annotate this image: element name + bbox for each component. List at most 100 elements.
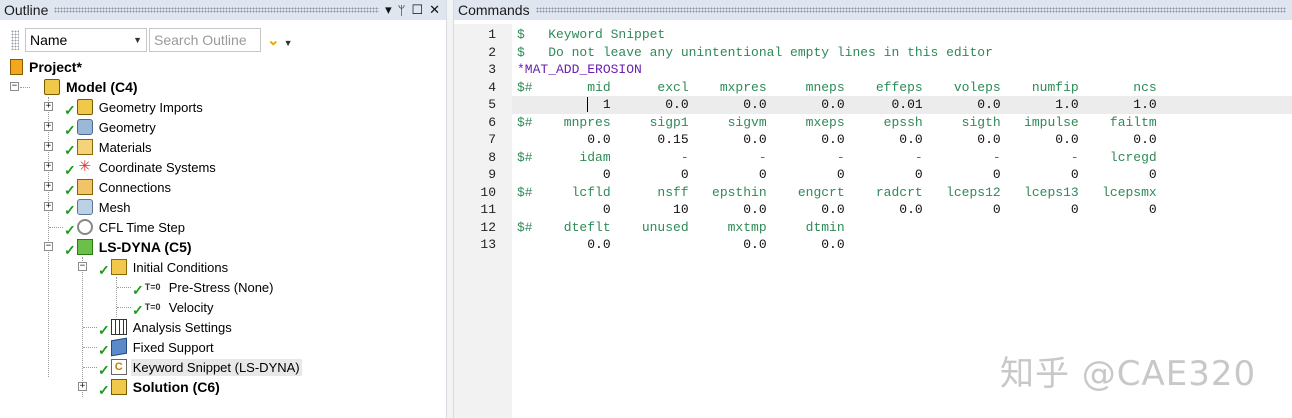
tree-item-pre-stress[interactable]: ✓ T=0 Pre-Stress (None) bbox=[132, 277, 275, 298]
line-text: $# idam - - - - - - lcregd bbox=[517, 149, 1157, 165]
title-grip bbox=[54, 7, 380, 13]
line-text: 0 0 0 0 0 0 0 0 bbox=[517, 167, 1157, 182]
tree-item-geometry[interactable]: ✓ Geometry bbox=[64, 117, 158, 138]
editor-line[interactable]: 8 $# idam - - - - - - lcregd bbox=[454, 149, 1292, 167]
materials-icon bbox=[76, 139, 93, 155]
tree-item-solution[interactable]: ✓ Solution (C6) bbox=[98, 377, 222, 398]
tree-item-keyword-snippet[interactable]: ✓ C Keyword Snippet (LS-DYNA) bbox=[98, 357, 302, 378]
line-number: 3 bbox=[488, 62, 496, 77]
search-outline[interactable] bbox=[149, 28, 261, 52]
expand-icon[interactable]: + bbox=[44, 162, 53, 171]
tree-item-initial-conditions[interactable]: ✓ Initial Conditions bbox=[98, 257, 230, 278]
search-input[interactable] bbox=[154, 32, 256, 48]
check-icon: ✓ bbox=[98, 321, 110, 338]
line-number: 12 bbox=[480, 219, 496, 235]
tree-item-connections[interactable]: ✓ Connections bbox=[64, 177, 173, 198]
editor-line[interactable]: 2 $ Do not leave any unintentional empty … bbox=[454, 44, 1292, 62]
editor-line[interactable]: 11 0 10 0.0 0.0 0.0 0 0 0 bbox=[454, 201, 1292, 219]
model-icon bbox=[44, 79, 60, 95]
tree-item-fixed-support[interactable]: ✓ Fixed Support bbox=[98, 337, 216, 358]
tree-item-materials[interactable]: ✓ Materials bbox=[64, 137, 153, 158]
tree-item-label: Project* bbox=[29, 59, 82, 75]
name-select[interactable]: Name ▼ bbox=[25, 28, 147, 52]
expand-icon[interactable]: + bbox=[44, 142, 53, 151]
line-text: *MAT_ADD_EROSION bbox=[517, 62, 642, 77]
tree-item-label: Connections bbox=[98, 179, 172, 195]
editor-line[interactable]: 6 $# mnpres sigp1 sigvm mxeps epssh sigth… bbox=[454, 114, 1292, 132]
line-text: $# mnpres sigp1 sigvm mxeps epssh sigth … bbox=[517, 114, 1157, 130]
line-number: 11 bbox=[480, 202, 496, 217]
close-icon[interactable]: ✕ bbox=[429, 2, 440, 18]
line-number: 6 bbox=[488, 114, 496, 130]
collapse-icon[interactable]: − bbox=[10, 82, 19, 91]
check-icon: ✓ bbox=[64, 181, 76, 198]
tree-item-project[interactable]: Project* bbox=[10, 57, 84, 77]
expand-icon[interactable]: + bbox=[44, 182, 53, 191]
tree-item-label: Solution (C6) bbox=[132, 379, 220, 395]
panel-splitter[interactable] bbox=[446, 0, 454, 418]
line-number: 10 bbox=[480, 184, 496, 200]
expand-icon[interactable]: + bbox=[78, 382, 87, 391]
line-text: $# lcfld nsff epsthin engcrt radcrt lcep… bbox=[517, 184, 1157, 200]
line-number: 7 bbox=[488, 132, 496, 147]
check-icon: ✓ bbox=[64, 221, 76, 238]
dropdown-icon[interactable]: ▾ bbox=[385, 2, 392, 18]
initial-conditions-icon bbox=[110, 259, 127, 275]
commands-title: Commands bbox=[458, 2, 530, 18]
tree-item-label: Analysis Settings bbox=[132, 319, 232, 335]
check-icon: ✓ bbox=[64, 161, 76, 178]
tree-item-model[interactable]: Model (C4) bbox=[44, 77, 140, 97]
editor-line[interactable]: 12 $# dteflt unused mxtmp dtmin bbox=[454, 219, 1292, 237]
check-icon: ✓ bbox=[64, 121, 76, 138]
tree-item-label: Geometry Imports bbox=[98, 99, 203, 115]
toolbar-grip[interactable] bbox=[11, 30, 19, 50]
outline-toolbar: Name ▼ ⌄ ▼ bbox=[0, 24, 446, 56]
keyword-snippet-icon: C bbox=[110, 359, 127, 375]
tree-item-mesh[interactable]: ✓ Mesh bbox=[64, 197, 133, 218]
expand-icon[interactable]: + bbox=[44, 102, 53, 111]
tree-item-label: Mesh bbox=[98, 199, 131, 215]
editor-line[interactable]: 9 0 0 0 0 0 0 0 0 bbox=[454, 166, 1292, 184]
maximize-icon[interactable]: ☐ bbox=[411, 2, 423, 18]
line-number: 5 bbox=[488, 97, 496, 112]
tree-item-analysis-settings[interactable]: ✓ Analysis Settings bbox=[98, 317, 234, 338]
tree-item-label: CFL Time Step bbox=[98, 219, 185, 235]
tree-item-label: Initial Conditions bbox=[132, 259, 229, 275]
coordinate-systems-icon: ✳ bbox=[78, 158, 92, 175]
check-icon: ✓ bbox=[64, 241, 76, 258]
editor-line[interactable]: 4 $# mid excl mxpres mneps effeps voleps … bbox=[454, 79, 1292, 97]
line-text: 0.0 0.15 0.0 0.0 0.0 0.0 0.0 0.0 bbox=[517, 132, 1157, 147]
editor-line[interactable]: 13 0.0 0.0 0.0 bbox=[454, 236, 1292, 254]
line-text: $# dteflt unused mxtmp dtmin bbox=[517, 219, 845, 235]
outline-title: Outline bbox=[4, 2, 49, 18]
ls-dyna-icon bbox=[76, 239, 93, 255]
expand-icon[interactable]: + bbox=[44, 202, 53, 211]
tree-item-label: Fixed Support bbox=[132, 339, 214, 355]
collapse-icon[interactable]: − bbox=[44, 242, 53, 251]
tree-item-label: LS-DYNA (C5) bbox=[98, 239, 192, 255]
editor-line[interactable]: 1 $ Keyword Snippet bbox=[454, 26, 1292, 44]
line-text: 0 10 0.0 0.0 0.0 0 0 0 bbox=[517, 202, 1157, 217]
tree-item-label: Materials bbox=[98, 139, 152, 155]
mesh-icon bbox=[76, 199, 93, 215]
expand-chevron-icon[interactable]: ⌄ bbox=[267, 31, 280, 49]
chevron-down-icon[interactable]: ▼ bbox=[284, 38, 293, 48]
tree-item-velocity[interactable]: ✓ T=0 Velocity bbox=[132, 297, 216, 318]
line-text: 0.0 0.0 0.0 bbox=[517, 237, 845, 252]
editor-line[interactable]: 10 $# lcfld nsff epsthin engcrt radcrt lc… bbox=[454, 184, 1292, 202]
expand-icon[interactable]: + bbox=[44, 122, 53, 131]
tree-item-coordinate-systems[interactable]: ✓ ✳ Coordinate Systems bbox=[64, 157, 218, 178]
editor-line[interactable]: 3 *MAT_ADD_EROSION bbox=[454, 61, 1292, 79]
editor-line[interactable]: 5 1 0.0 0.0 0.0 0.01 0.0 1.0 1.0 bbox=[454, 96, 1292, 114]
check-icon: ✓ bbox=[98, 261, 110, 278]
collapse-icon[interactable]: − bbox=[78, 262, 87, 271]
tree-item-ls-dyna[interactable]: ✓ LS-DYNA (C5) bbox=[64, 237, 194, 258]
tree-item-cfl-time-step[interactable]: ✓ CFL Time Step bbox=[64, 217, 187, 238]
pin-icon[interactable]: ᛘ bbox=[398, 3, 406, 18]
clock-icon bbox=[76, 219, 93, 235]
tree-item-label: Keyword Snippet (LS-DYNA) bbox=[130, 358, 302, 376]
chevron-down-icon: ▼ bbox=[133, 35, 142, 45]
editor-line[interactable]: 7 0.0 0.15 0.0 0.0 0.0 0.0 0.0 0.0 bbox=[454, 131, 1292, 149]
tree-item-geometry-imports[interactable]: ✓ Geometry Imports bbox=[64, 97, 205, 118]
tree-item-label: Model (C4) bbox=[66, 79, 138, 95]
